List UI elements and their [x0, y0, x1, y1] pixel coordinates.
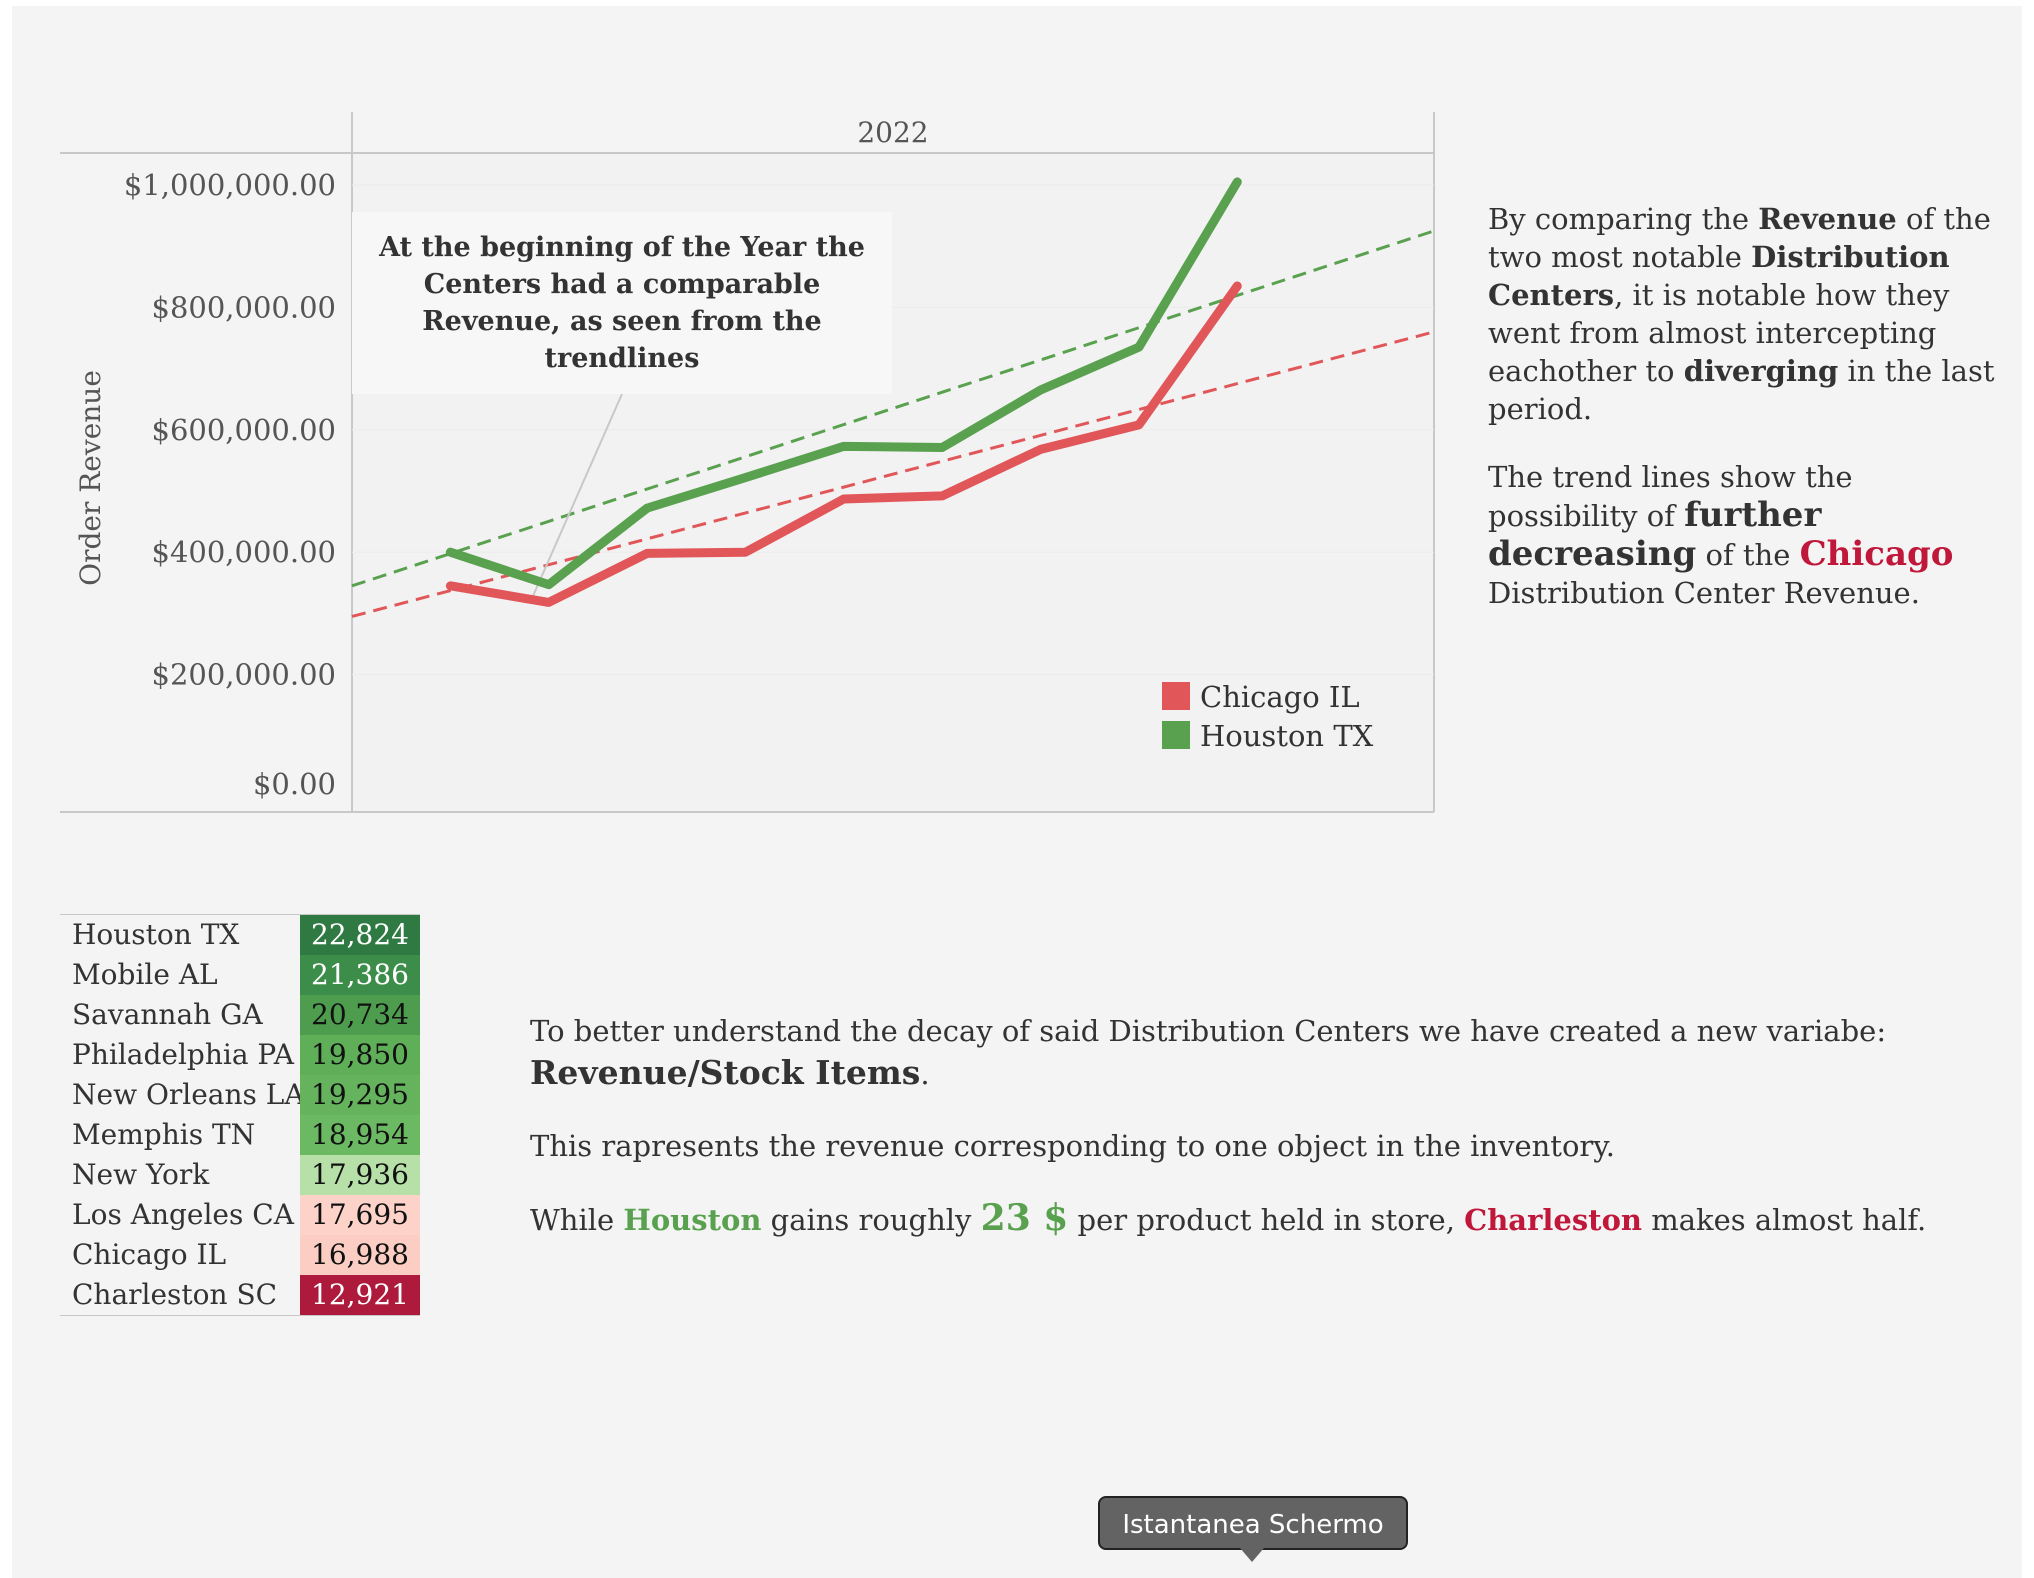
- legend-label: Chicago IL: [1200, 680, 1360, 714]
- table-row: New Orleans LA 19,295: [60, 1075, 420, 1115]
- y-tick-label: $0.00: [253, 767, 336, 801]
- table-row-value: 19,295: [300, 1075, 420, 1115]
- chart-annotation: At the beginning of the Year the Centers…: [352, 212, 892, 394]
- table-row-value: 17,936: [300, 1155, 420, 1195]
- legend-swatch: [1162, 721, 1190, 749]
- screenshot-tooltip: Istantanea Schermo: [1098, 1496, 1408, 1550]
- table-row: Memphis TN 18,954: [60, 1115, 420, 1155]
- tooltip-arrow: [1240, 1548, 1264, 1562]
- revenue-per-stock-table: Houston TX 22,824 Mobile AL 21,386 Savannah …: [60, 914, 420, 1316]
- table-row-value: 18,954: [300, 1115, 420, 1155]
- table-row: Savannah GA 20,734: [60, 995, 420, 1035]
- table-row-name: Memphis TN: [72, 1118, 256, 1151]
- column-header: 2022: [857, 116, 928, 149]
- y-tick-label: $400,000.00: [152, 535, 337, 569]
- table-row-name: Savannah GA: [72, 998, 263, 1031]
- table-row-value: 17,695: [300, 1195, 420, 1235]
- legend-label: Houston TX: [1200, 719, 1374, 753]
- table-row-name: New Orleans LA: [72, 1078, 305, 1111]
- table-row-name: Chicago IL: [72, 1238, 227, 1271]
- y-tick-label: $600,000.00: [152, 413, 337, 447]
- table-row: Mobile AL 21,386: [60, 955, 420, 995]
- table-row: Chicago IL 16,988: [60, 1235, 420, 1275]
- table-row-name: Houston TX: [72, 918, 240, 951]
- table-row-name: New York: [72, 1158, 210, 1191]
- table-row-value: 16,988: [300, 1235, 420, 1275]
- side-paragraph-2: The trend lines show the possibility of …: [1488, 460, 1954, 610]
- table-row-value: 22,824: [300, 915, 420, 955]
- y-tick-label: $1,000,000.00: [124, 168, 336, 202]
- table-row-value: 21,386: [300, 955, 420, 995]
- table-row-name: Mobile AL: [72, 958, 218, 991]
- table-row: Charleston SC 12,921: [60, 1275, 420, 1315]
- y-tick-label: $200,000.00: [152, 658, 337, 692]
- y-tick-label: $800,000.00: [152, 290, 337, 324]
- table-row: Houston TX 22,824: [60, 915, 420, 955]
- bottom-paragraph-1: To better understand the decay of said D…: [530, 1014, 1887, 1092]
- bottom-commentary: To better understand the decay of said D…: [530, 1010, 1990, 1271]
- table-row: New York 17,936: [60, 1155, 420, 1195]
- table-row: Los Angeles CA 17,695: [60, 1195, 420, 1235]
- bottom-paragraph-2: This rapresents the revenue correspondin…: [530, 1129, 1616, 1163]
- table-row-name: Los Angeles CA: [72, 1198, 294, 1231]
- y-axis-label: Order Revenue: [74, 370, 107, 586]
- table-row-name: Philadelphia PA: [72, 1038, 294, 1071]
- table-row-value: 20,734: [300, 995, 420, 1035]
- table-row-value: 12,921: [300, 1275, 420, 1315]
- table-row-name: Charleston SC: [72, 1278, 278, 1311]
- side-commentary: By comparing the Revenue of the two most…: [1488, 200, 2008, 642]
- table-row-value: 19,850: [300, 1035, 420, 1075]
- bottom-paragraph-3: While Houston gains roughly 23 $ per pro…: [530, 1197, 1927, 1239]
- side-paragraph-1: By comparing the Revenue of the two most…: [1488, 202, 1995, 426]
- table-row: Philadelphia PA 19,850: [60, 1035, 420, 1075]
- legend-swatch: [1162, 682, 1190, 710]
